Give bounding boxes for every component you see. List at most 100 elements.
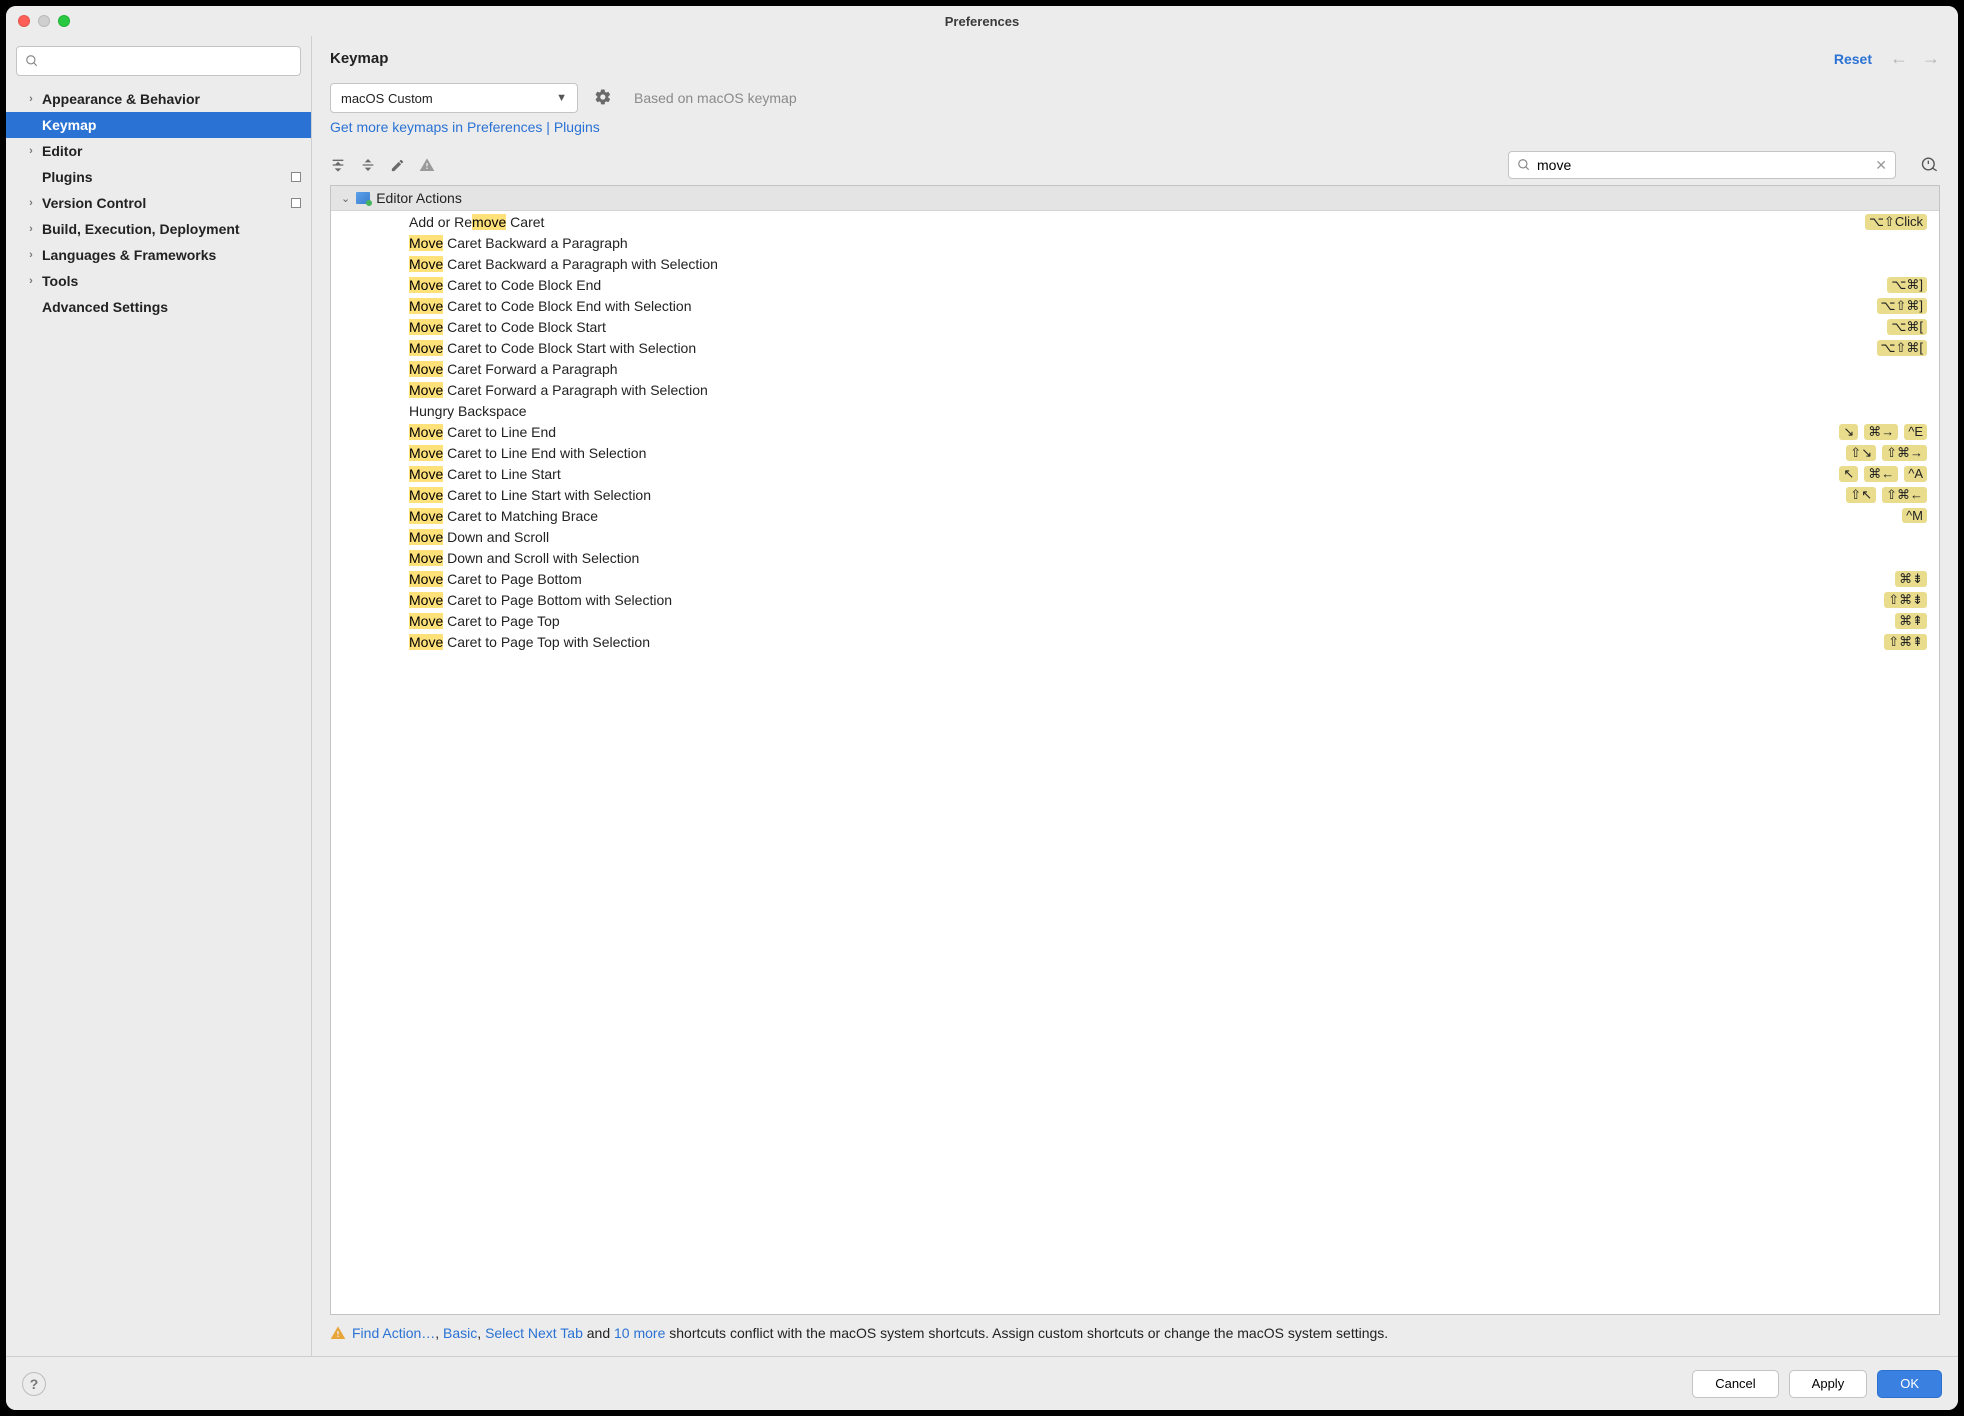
nav-history: ← → xyxy=(1890,48,1940,69)
shortcut-tag: ⇧↖ xyxy=(1846,487,1876,503)
conflict-link-1[interactable]: Basic xyxy=(443,1325,477,1341)
chevron-right-icon: › xyxy=(24,249,38,261)
based-on-label: Based on macOS keymap xyxy=(634,90,797,106)
action-row[interactable]: Move Caret Backward a Paragraph xyxy=(331,232,1939,253)
action-row[interactable]: Move Caret Forward a Paragraph with Sele… xyxy=(331,379,1939,400)
action-label: Move Caret Backward a Paragraph with Sel… xyxy=(409,256,1927,272)
action-shortcuts: ⌘⇞ xyxy=(1895,613,1927,629)
action-search-input[interactable] xyxy=(1537,157,1869,173)
collapse-all-icon[interactable] xyxy=(360,157,376,173)
modified-indicator-icon xyxy=(291,172,301,182)
keymap-dropdown[interactable]: macOS Custom ▼ xyxy=(330,83,578,113)
keymap-dropdown-value: macOS Custom xyxy=(341,91,433,106)
conflict-link-0[interactable]: Find Action… xyxy=(352,1325,435,1341)
gear-icon[interactable] xyxy=(590,88,616,109)
shortcut-tag: ⌥⇧⌘] xyxy=(1877,298,1928,314)
warning-icon[interactable] xyxy=(419,157,435,173)
conflict-link-2[interactable]: Select Next Tab xyxy=(485,1325,583,1341)
sidebar-item-editor[interactable]: ›Editor xyxy=(6,138,311,164)
action-row[interactable]: Move Caret to Line End with Selection⇧↘⇧… xyxy=(331,442,1939,463)
disclosure-icon: ⌄ xyxy=(341,192,350,205)
sidebar-item-appearance-behavior[interactable]: ›Appearance & Behavior xyxy=(6,86,311,112)
sidebar-nav: ›Appearance & Behavior›Keymap›Editor›Plu… xyxy=(6,86,311,1356)
action-row[interactable]: Move Caret to Line End↘⌘→^E xyxy=(331,421,1939,442)
action-row[interactable]: Move Down and Scroll xyxy=(331,526,1939,547)
action-shortcuts: ⇧⌘⇟ xyxy=(1884,592,1927,608)
action-label: Move Caret Backward a Paragraph xyxy=(409,235,1927,251)
action-shortcuts: ⌥⇧⌘] xyxy=(1877,298,1928,314)
action-row[interactable]: Hungry Backspace xyxy=(331,400,1939,421)
action-label: Move Caret to Page Bottom with Selection xyxy=(409,592,1884,608)
window-title: Preferences xyxy=(6,14,1958,29)
action-row[interactable]: Add or Remove Caret⌥⇧Click xyxy=(331,211,1939,232)
action-row[interactable]: Move Caret to Line Start↖⌘←^A xyxy=(331,463,1939,484)
help-button[interactable]: ? xyxy=(22,1372,46,1396)
action-label: Move Caret Forward a Paragraph xyxy=(409,361,1927,377)
action-shortcuts: ⇧⌘⇞ xyxy=(1884,634,1927,650)
chevron-down-icon: ▼ xyxy=(556,92,567,104)
edit-icon[interactable] xyxy=(390,158,405,173)
conflict-warning: Find Action…, Basic, Select Next Tab and… xyxy=(312,1319,1958,1356)
sidebar-search-input[interactable] xyxy=(45,54,292,69)
action-row[interactable]: Move Caret to Code Block Start⌥⌘[ xyxy=(331,316,1939,337)
expand-all-icon[interactable] xyxy=(330,157,346,173)
action-row[interactable]: Move Caret to Page Bottom⌘⇟ xyxy=(331,568,1939,589)
action-label: Add or Remove Caret xyxy=(409,214,1865,230)
action-row[interactable]: Move Caret to Page Bottom with Selection… xyxy=(331,589,1939,610)
sidebar-item-keymap[interactable]: ›Keymap xyxy=(6,112,311,138)
action-label: Move Caret to Code Block Start xyxy=(409,319,1887,335)
action-shortcuts: ⌥⌘] xyxy=(1887,277,1927,293)
shortcut-tag: ⇧⌘← xyxy=(1882,487,1927,503)
sidebar-item-label: Advanced Settings xyxy=(42,299,168,315)
action-row[interactable]: Move Caret to Code Block End with Select… xyxy=(331,295,1939,316)
dialog-footer: ? Cancel Apply OK xyxy=(6,1356,1958,1410)
action-row[interactable]: Move Caret to Code Block End⌥⌘] xyxy=(331,274,1939,295)
action-row[interactable]: Move Caret Backward a Paragraph with Sel… xyxy=(331,253,1939,274)
sidebar-item-label: Plugins xyxy=(42,169,93,185)
sidebar-search[interactable] xyxy=(16,46,301,76)
cancel-button[interactable]: Cancel xyxy=(1692,1370,1778,1398)
sidebar-item-tools[interactable]: ›Tools xyxy=(6,268,311,294)
modified-indicator-icon xyxy=(291,198,301,208)
sidebar-item-plugins[interactable]: ›Plugins xyxy=(6,164,311,190)
chevron-right-icon: › xyxy=(24,93,38,105)
shortcut-tag: ⌘→ xyxy=(1864,424,1898,440)
action-label: Move Down and Scroll with Selection xyxy=(409,550,1927,566)
action-label: Move Caret to Code Block Start with Sele… xyxy=(409,340,1877,356)
action-label: Move Caret to Matching Brace xyxy=(409,508,1902,524)
action-row[interactable]: Move Caret Forward a Paragraph xyxy=(331,358,1939,379)
ok-button[interactable]: OK xyxy=(1877,1370,1942,1398)
shortcut-tag: ⌥⇧⌘[ xyxy=(1877,340,1928,356)
reset-button[interactable]: Reset xyxy=(1834,51,1872,67)
apply-button[interactable]: Apply xyxy=(1789,1370,1868,1398)
sidebar-item-languages-frameworks[interactable]: › Languages & Frameworks xyxy=(6,242,311,268)
action-row[interactable]: Move Caret to Page Top with Selection⇧⌘⇞ xyxy=(331,631,1939,652)
get-more-keymaps-link[interactable]: Get more keymaps in Preferences | Plugin… xyxy=(330,119,600,135)
action-search[interactable]: ✕ xyxy=(1508,151,1896,179)
chevron-right-icon: › xyxy=(24,145,38,157)
action-shortcuts: ⌘⇟ xyxy=(1895,571,1927,587)
tree-group-header[interactable]: ⌄ Editor Actions xyxy=(331,186,1939,211)
sidebar-item-version-control[interactable]: ›Version Control xyxy=(6,190,311,216)
action-label: Move Caret Forward a Paragraph with Sele… xyxy=(409,382,1927,398)
action-row[interactable]: Move Caret to Matching Brace^M xyxy=(331,505,1939,526)
action-label: Move Caret to Line Start xyxy=(409,466,1839,482)
action-row[interactable]: Move Caret to Code Block Start with Sele… xyxy=(331,337,1939,358)
sidebar-item-advanced-settings[interactable]: ›Advanced Settings xyxy=(6,294,311,320)
main-panel: Keymap Reset ← → macOS Custom ▼ Based on… xyxy=(312,36,1958,1356)
find-by-shortcut-icon[interactable] xyxy=(1920,155,1940,176)
nav-back-icon[interactable]: ← xyxy=(1890,48,1908,69)
action-row[interactable]: Move Down and Scroll with Selection xyxy=(331,547,1939,568)
action-label: Hungry Backspace xyxy=(409,403,1927,419)
conflict-more-link[interactable]: 10 more xyxy=(614,1325,665,1341)
action-row[interactable]: Move Caret to Page Top⌘⇞ xyxy=(331,610,1939,631)
sidebar-item-build-execution-deployment[interactable]: ›Build, Execution, Deployment xyxy=(6,216,311,242)
action-row[interactable]: Move Caret to Line Start with Selection⇧… xyxy=(331,484,1939,505)
action-label: Move Caret to Code Block End with Select… xyxy=(409,298,1877,314)
nav-forward-icon[interactable]: → xyxy=(1922,48,1940,69)
sidebar-item-label: Languages & Frameworks xyxy=(42,247,216,263)
search-icon xyxy=(25,54,39,68)
action-shortcuts: ⇧↖ ⇧⌘← xyxy=(1846,487,1927,503)
shortcut-tag: ⌥⇧Click xyxy=(1865,214,1927,230)
clear-search-icon[interactable]: ✕ xyxy=(1875,157,1887,174)
